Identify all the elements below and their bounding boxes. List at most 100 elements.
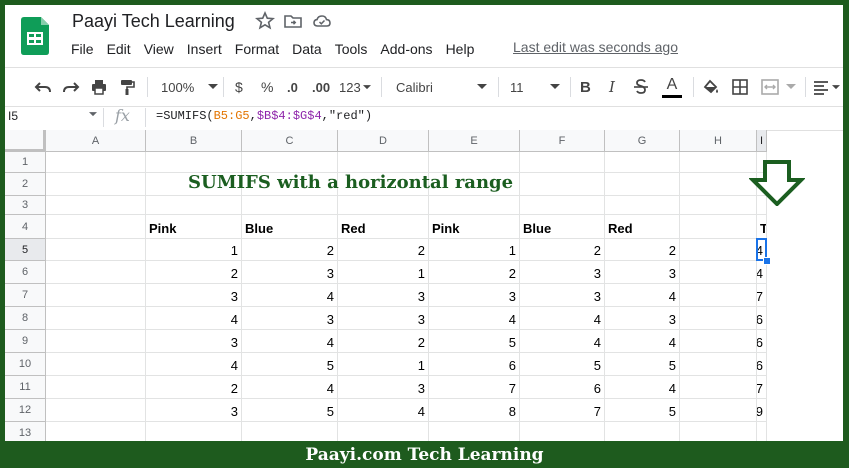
menu-tools[interactable]: Tools	[335, 41, 368, 57]
cell-h1[interactable]	[680, 152, 757, 173]
more-formats-button[interactable]: 123	[339, 68, 371, 106]
cell-g5[interactable]: 2	[605, 239, 680, 261]
cell-c6[interactable]: 3	[242, 261, 338, 284]
cell-b11[interactable]: 2	[146, 376, 242, 399]
cell-d1[interactable]	[338, 152, 429, 173]
cell-g4[interactable]: Red	[605, 215, 680, 239]
cell-h2[interactable]	[680, 173, 757, 196]
strikethrough-icon[interactable]	[633, 68, 649, 106]
cell-b9[interactable]: 3	[146, 330, 242, 353]
cell-g7[interactable]: 4	[605, 284, 680, 307]
column-header-d[interactable]: D	[338, 130, 429, 152]
cell-d8[interactable]: 3	[338, 307, 429, 330]
menu-data[interactable]: Data	[292, 41, 322, 57]
cell-g9[interactable]: 4	[605, 330, 680, 353]
cell-h6[interactable]	[680, 261, 757, 284]
cell-i7[interactable]: 7	[757, 284, 767, 307]
cell-e1[interactable]	[429, 152, 520, 173]
select-all-corner[interactable]	[5, 130, 46, 152]
cell-i13[interactable]	[757, 422, 767, 441]
star-icon[interactable]	[255, 11, 275, 31]
last-edit-link[interactable]: Last edit was seconds ago	[513, 39, 678, 55]
cell-e11[interactable]: 7	[429, 376, 520, 399]
menu-edit[interactable]: Edit	[107, 41, 131, 57]
format-currency-button[interactable]: $	[235, 68, 243, 106]
cell-f6[interactable]: 3	[520, 261, 605, 284]
cell-e6[interactable]: 2	[429, 261, 520, 284]
cell-a6[interactable]	[46, 261, 146, 284]
cell-i11[interactable]: 7	[757, 376, 767, 399]
cell-d12[interactable]: 4	[338, 399, 429, 422]
cell-c5[interactable]: 2	[242, 239, 338, 261]
name-box[interactable]: I5	[8, 109, 18, 123]
print-icon[interactable]	[89, 68, 109, 106]
cell-e8[interactable]: 4	[429, 307, 520, 330]
row-header-9[interactable]: 9	[5, 330, 46, 353]
cell-a3[interactable]	[46, 196, 146, 215]
fill-color-icon[interactable]	[702, 68, 720, 106]
cell-h4[interactable]	[680, 215, 757, 239]
cell-h7[interactable]	[680, 284, 757, 307]
cell-g11[interactable]: 4	[605, 376, 680, 399]
cell-c4[interactable]: Blue	[242, 215, 338, 239]
cell-d13[interactable]	[338, 422, 429, 441]
column-header-c[interactable]: C	[242, 130, 338, 152]
cell-b10[interactable]: 4	[146, 353, 242, 376]
cell-d6[interactable]: 1	[338, 261, 429, 284]
cell-i4[interactable]: Total Red	[757, 215, 767, 239]
cell-c7[interactable]: 4	[242, 284, 338, 307]
cell-d11[interactable]: 3	[338, 376, 429, 399]
cell-e13[interactable]	[429, 422, 520, 441]
row-header-12[interactable]: 12	[5, 399, 46, 422]
cell-d5[interactable]: 2	[338, 239, 429, 261]
cell-h5[interactable]	[680, 239, 757, 261]
document-title[interactable]: Paayi Tech Learning	[72, 11, 235, 32]
cell-e3[interactable]	[429, 196, 520, 215]
cell-h12[interactable]	[680, 399, 757, 422]
cell-e12[interactable]: 8	[429, 399, 520, 422]
cell-f13[interactable]	[520, 422, 605, 441]
cell-c3[interactable]	[242, 196, 338, 215]
row-header-10[interactable]: 10	[5, 353, 46, 376]
cell-i8[interactable]: 6	[757, 307, 767, 330]
cell-e9[interactable]: 5	[429, 330, 520, 353]
cell-b1[interactable]	[146, 152, 242, 173]
cell-h8[interactable]	[680, 307, 757, 330]
cell-f5[interactable]: 2	[520, 239, 605, 261]
cell-a10[interactable]	[46, 353, 146, 376]
cell-h10[interactable]	[680, 353, 757, 376]
cell-e4[interactable]: Pink	[429, 215, 520, 239]
sheets-logo-icon[interactable]	[21, 17, 49, 55]
cloud-saved-icon[interactable]	[312, 11, 332, 31]
row-header-13[interactable]: 13	[5, 422, 46, 441]
menu-insert[interactable]: Insert	[187, 41, 222, 57]
paint-format-icon[interactable]	[117, 68, 137, 106]
borders-icon[interactable]	[731, 68, 749, 106]
cell-b3[interactable]	[146, 196, 242, 215]
cell-d3[interactable]	[338, 196, 429, 215]
cell-a1[interactable]	[46, 152, 146, 173]
menu-addons[interactable]: Add-ons	[380, 41, 432, 57]
cell-g12[interactable]: 5	[605, 399, 680, 422]
row-header-8[interactable]: 8	[5, 307, 46, 330]
cell-c12[interactable]: 5	[242, 399, 338, 422]
italic-button[interactable]: I	[609, 68, 615, 106]
cell-g10[interactable]: 5	[605, 353, 680, 376]
cell-d7[interactable]: 3	[338, 284, 429, 307]
cell-b6[interactable]: 2	[146, 261, 242, 284]
merge-cells-icon[interactable]	[760, 68, 796, 106]
cell-c1[interactable]	[242, 152, 338, 173]
cell-d4[interactable]: Red	[338, 215, 429, 239]
increase-decimal-button[interactable]: .00	[312, 68, 330, 106]
row-header-11[interactable]: 11	[5, 376, 46, 399]
cell-f7[interactable]: 3	[520, 284, 605, 307]
column-header-a[interactable]: A	[46, 130, 146, 152]
cell-f10[interactable]: 5	[520, 353, 605, 376]
menu-help[interactable]: Help	[446, 41, 475, 57]
cell-f11[interactable]: 6	[520, 376, 605, 399]
cell-f2[interactable]	[520, 173, 605, 196]
cell-g2[interactable]	[605, 173, 680, 196]
cell-c13[interactable]	[242, 422, 338, 441]
font-size-select[interactable]: 11	[510, 68, 560, 106]
row-header-3[interactable]: 3	[5, 196, 46, 215]
